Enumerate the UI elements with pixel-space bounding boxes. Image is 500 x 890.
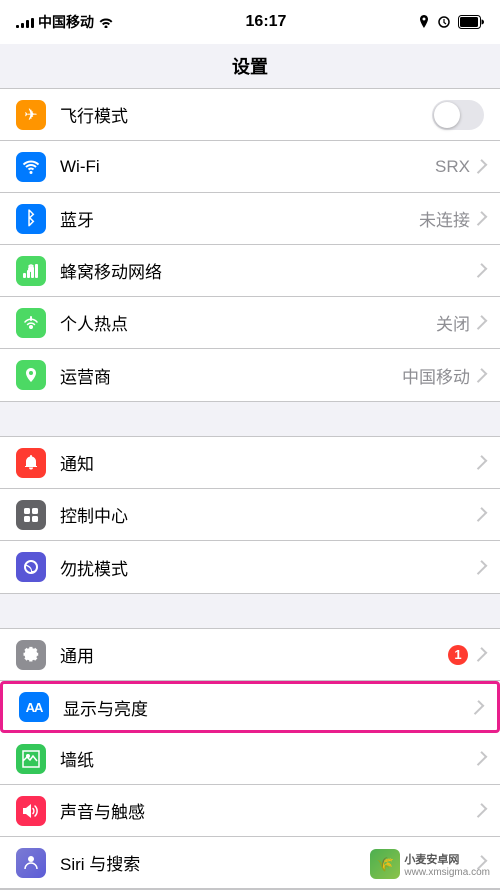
carrier-row[interactable]: 运营商 中国移动 [0, 349, 500, 401]
watermark-logo: 🌾 [370, 849, 400, 879]
sounds-label: 声音与触感 [60, 798, 476, 823]
carrier-label: 运营商 [60, 363, 402, 388]
wifi-value: SRX [435, 157, 470, 177]
alarm-icon [435, 16, 453, 28]
wifi-icon [98, 16, 114, 28]
general-label: 通用 [60, 642, 448, 667]
wallpaper-label: 墙纸 [60, 746, 476, 771]
airplane-row[interactable]: ✈ 飞行模式 [0, 89, 500, 141]
sounds-icon [16, 796, 46, 826]
display-brightness-row[interactable]: AA 显示与亮度 [0, 681, 500, 733]
gap-1 [0, 402, 500, 436]
hotspot-label: 个人热点 [60, 310, 436, 335]
system-section: 通知 控制中心 勿扰模式 [0, 436, 500, 594]
carrier-label: 中国移动 [38, 12, 94, 32]
bluetooth-label: 蓝牙 [60, 206, 419, 231]
airplane-toggle[interactable] [432, 100, 484, 130]
status-icons [418, 15, 484, 29]
wifi-row-icon [16, 152, 46, 182]
sounds-row[interactable]: 声音与触感 [0, 785, 500, 837]
toggle-knob [434, 102, 460, 128]
page-title-bar: 设置 [0, 44, 500, 88]
airplane-icon: ✈ [16, 100, 46, 130]
general-row[interactable]: 通用 1 [0, 629, 500, 681]
carrier-icon [16, 360, 46, 390]
notification-label: 通知 [60, 450, 476, 475]
airplane-label: 飞行模式 [60, 102, 432, 127]
hotspot-icon [16, 308, 46, 338]
bluetooth-chevron [473, 211, 488, 226]
gap-2 [0, 594, 500, 628]
control-label: 控制中心 [60, 502, 476, 527]
wifi-label: Wi-Fi [60, 157, 435, 177]
notification-icon [16, 448, 46, 478]
dnd-row[interactable]: 勿扰模式 [0, 541, 500, 593]
bluetooth-icon: ᛒ [16, 204, 46, 234]
status-bar: 中国移动 16:17 [0, 0, 500, 44]
signal-icon [16, 16, 34, 28]
battery-icon [458, 15, 484, 29]
siri-icon [16, 848, 46, 878]
general-badge: 1 [448, 645, 468, 665]
bluetooth-row[interactable]: ᛒ 蓝牙 未连接 [0, 193, 500, 245]
wifi-chevron [473, 159, 488, 174]
general-icon [16, 640, 46, 670]
carrier-signal: 中国移动 [16, 12, 114, 32]
control-icon [16, 500, 46, 530]
carrier-chevron [473, 368, 488, 383]
cellular-label: 蜂窝移动网络 [60, 258, 476, 283]
dnd-icon [16, 552, 46, 582]
watermark-text: 小麦安卓网 www.xmsigma.com [404, 851, 490, 878]
hotspot-value: 关闭 [436, 310, 470, 335]
notification-row[interactable]: 通知 [0, 437, 500, 489]
display-icon: AA [19, 692, 49, 722]
general-chevron [473, 647, 488, 662]
location-icon [418, 15, 430, 29]
carrier-value: 中国移动 [402, 363, 470, 388]
bluetooth-value: 未连接 [419, 206, 470, 231]
wifi-row[interactable]: Wi-Fi SRX [0, 141, 500, 193]
cellular-icon [16, 256, 46, 286]
display-label: 显示与亮度 [63, 695, 473, 720]
watermark: 🌾 小麦安卓网 www.xmsigma.com [370, 849, 490, 879]
hotspot-row[interactable]: 个人热点 关闭 [0, 297, 500, 349]
control-center-row[interactable]: 控制中心 [0, 489, 500, 541]
network-section: ✈ 飞行模式 Wi-Fi SRX ᛒ 蓝牙 未连接 [0, 88, 500, 402]
page-title: 设置 [232, 53, 268, 79]
hotspot-chevron [473, 315, 488, 330]
dnd-label: 勿扰模式 [60, 555, 476, 580]
wallpaper-icon [16, 744, 46, 774]
cellular-row[interactable]: 蜂窝移动网络 [0, 245, 500, 297]
time-display: 16:17 [246, 13, 287, 31]
wallpaper-row[interactable]: 墙纸 [0, 733, 500, 785]
